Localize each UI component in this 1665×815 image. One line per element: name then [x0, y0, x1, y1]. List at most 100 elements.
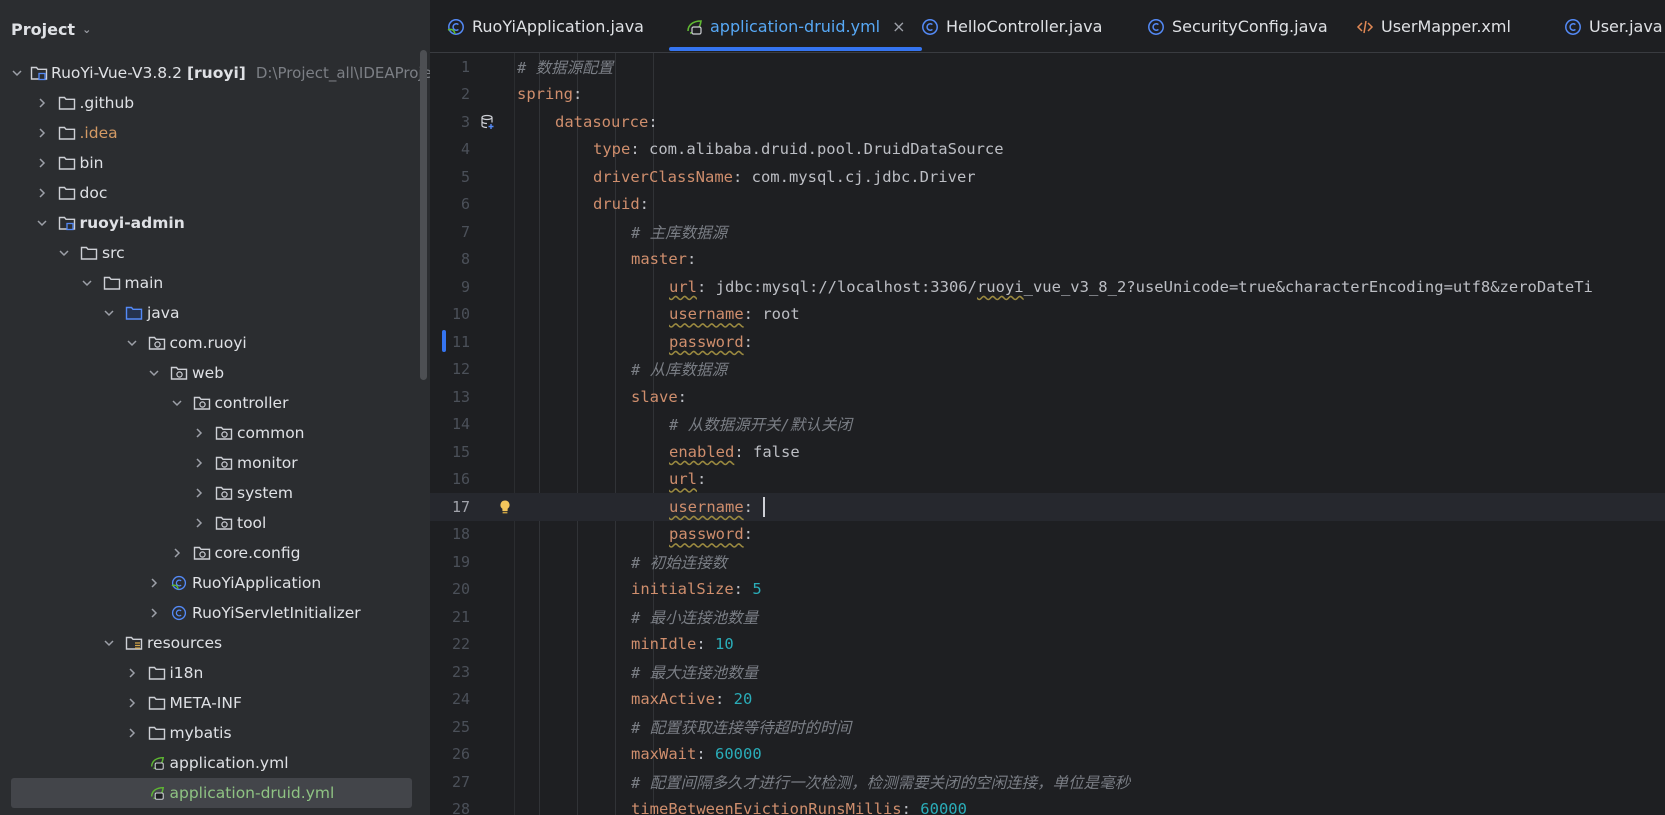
tree-item[interactable]: mybatis [0, 718, 430, 748]
chevron-right-icon[interactable] [147, 608, 161, 618]
tree-item[interactable]: i18n [0, 658, 430, 688]
chevron-down-icon[interactable] [35, 218, 49, 228]
code-token: username [669, 497, 744, 516]
editor-tab[interactable]: HelloController.java [921, 0, 1102, 52]
code-line[interactable]: 17 username: [430, 493, 1665, 521]
chevron-down-icon[interactable] [80, 278, 94, 288]
code-line[interactable]: 25 # 配置获取连接等待超时的时间 [430, 713, 1665, 741]
tree-item[interactable]: doc [0, 178, 430, 208]
code-line[interactable]: 8 master: [430, 246, 1665, 274]
tree-item[interactable]: tool [0, 508, 430, 538]
tree-item[interactable]: RuoYi-Vue-V3.8.2 [ruoyi] D:\Project_all\ID… [0, 58, 430, 88]
code-token: 60000 [715, 745, 762, 764]
code-line[interactable]: 3 datasource: [430, 108, 1665, 136]
vcs-change-marker[interactable] [442, 330, 446, 352]
chevron-right-icon[interactable] [35, 98, 49, 108]
tree-scrollbar[interactable] [420, 50, 427, 380]
tree-item[interactable]: java [0, 298, 430, 328]
code-line[interactable]: 10 username: root [430, 301, 1665, 329]
tree-item[interactable]: .github [0, 88, 430, 118]
chevron-right-icon[interactable] [192, 488, 206, 498]
code-token: # 最大连接池数量 [631, 663, 759, 682]
chevron-right-icon[interactable] [147, 578, 161, 588]
chevron-right-icon[interactable] [125, 728, 139, 738]
code-line[interactable]: 11 password: [430, 328, 1665, 356]
code-line[interactable]: 24 maxActive: 20 [430, 686, 1665, 714]
code-line[interactable]: 18 password: [430, 521, 1665, 549]
chevron-right-icon[interactable] [192, 518, 206, 528]
chevron-right-icon[interactable] [192, 458, 206, 468]
chevron-right-icon[interactable] [192, 428, 206, 438]
tree-item[interactable]: system [0, 478, 430, 508]
chevron-right-icon[interactable] [35, 188, 49, 198]
chevron-down-icon[interactable] [170, 398, 184, 408]
lightbulb-icon[interactable] [495, 497, 515, 517]
chevron-right-icon[interactable] [170, 548, 184, 558]
tree-item[interactable]: application-druid.yml [11, 778, 412, 808]
code-line[interactable]: 27 # 配置间隔多久才进行一次检测，检测需要关闭的空闲连接，单位是毫秒 [430, 768, 1665, 796]
code-line[interactable]: 15 enabled: false [430, 438, 1665, 466]
chevron-down-icon[interactable] [102, 308, 116, 318]
tree-item[interactable]: ruoyi-admin [0, 208, 430, 238]
code-editor[interactable]: 1 # 数据源配置 2 spring: 3 datasource: 4 type: com.a… [430, 53, 1665, 815]
editor-tab[interactable]: application-druid.yml × [669, 0, 921, 52]
code-line[interactable]: 28 timeBetweenEvictionRunsMillis: 60000 [430, 796, 1665, 815]
code-line[interactable]: 13 slave: [430, 383, 1665, 411]
tree-item[interactable]: common [0, 418, 430, 448]
package-icon [214, 454, 234, 472]
code-line[interactable]: 4 type: com.alibaba.druid.pool.DruidDataS… [430, 136, 1665, 164]
chevron-down-icon[interactable] [147, 368, 161, 378]
tree-item[interactable]: .idea [0, 118, 430, 148]
chevron-right-icon[interactable] [35, 128, 49, 138]
code-line[interactable]: 6 druid: [430, 191, 1665, 219]
folder-icon [147, 664, 167, 682]
datasource-icon[interactable] [478, 112, 498, 132]
editor-tab[interactable]: SecurityConfig.java [1147, 0, 1328, 52]
code-line[interactable]: 2 spring: [430, 81, 1665, 109]
tree-item[interactable]: RuoYiServletInitializer [0, 598, 430, 628]
code-line[interactable]: 12 # 从库数据源 [430, 356, 1665, 384]
chevron-down-icon[interactable] [57, 248, 71, 258]
tree-item[interactable]: META-INF [0, 688, 430, 718]
tree-item[interactable]: monitor [0, 448, 430, 478]
code-token: spring [517, 85, 573, 104]
tree-item[interactable]: com.ruoyi [0, 328, 430, 358]
tree-item[interactable]: resources [0, 628, 430, 658]
code-line[interactable]: 16 url: [430, 466, 1665, 494]
code-line[interactable]: 9 url: jdbc:mysql://localhost:3306/ruoyi_… [430, 273, 1665, 301]
chevron-down-icon[interactable]: ⌄ [82, 23, 91, 36]
chevron-right-icon[interactable] [125, 698, 139, 708]
tree-item-label: ruoyi-admin [79, 214, 185, 232]
code-line[interactable]: 21 # 最小连接池数量 [430, 603, 1665, 631]
tree-item[interactable]: RuoYiApplication [0, 568, 430, 598]
code-line[interactable]: 19 # 初始连接数 [430, 548, 1665, 576]
chevron-down-icon[interactable] [12, 68, 22, 78]
tree-item[interactable]: core.config [0, 538, 430, 568]
code-line[interactable]: 14 # 从数据源开关/默认关闭 [430, 411, 1665, 439]
close-icon[interactable]: × [892, 17, 905, 36]
tree-item[interactable]: src [0, 238, 430, 268]
chevron-down-icon[interactable] [125, 338, 139, 348]
code-line[interactable]: 26 maxWait: 60000 [430, 741, 1665, 769]
tree-item[interactable]: bin [0, 148, 430, 178]
project-panel-header[interactable]: Project ⌄ [0, 0, 430, 58]
tree-item[interactable]: main [0, 268, 430, 298]
code-line[interactable]: 23 # 最大连接池数量 [430, 658, 1665, 686]
editor-tab[interactable]: UserMapper.xml [1356, 0, 1511, 52]
editor-tab[interactable]: RuoYiApplication.java [447, 0, 644, 52]
tree-item[interactable]: application.yml [0, 748, 430, 778]
code-line[interactable]: 20 initialSize: 5 [430, 576, 1665, 604]
tree-item[interactable]: controller [0, 388, 430, 418]
class-icon [1147, 18, 1165, 36]
class-icon [921, 18, 939, 36]
tree-item[interactable]: web [0, 358, 430, 388]
code-line[interactable]: 1 # 数据源配置 [430, 53, 1665, 81]
code-line[interactable]: 7 # 主库数据源 [430, 218, 1665, 246]
chevron-down-icon[interactable] [102, 638, 116, 648]
code-line[interactable]: 5 driverClassName: com.mysql.cj.jdbc.Driv… [430, 163, 1665, 191]
chevron-right-icon[interactable] [125, 668, 139, 678]
chevron-right-icon[interactable] [35, 158, 49, 168]
editor-tab[interactable]: User.java [1564, 0, 1663, 52]
code-line[interactable]: 22 minIdle: 10 [430, 631, 1665, 659]
module-folder-icon [30, 64, 48, 82]
